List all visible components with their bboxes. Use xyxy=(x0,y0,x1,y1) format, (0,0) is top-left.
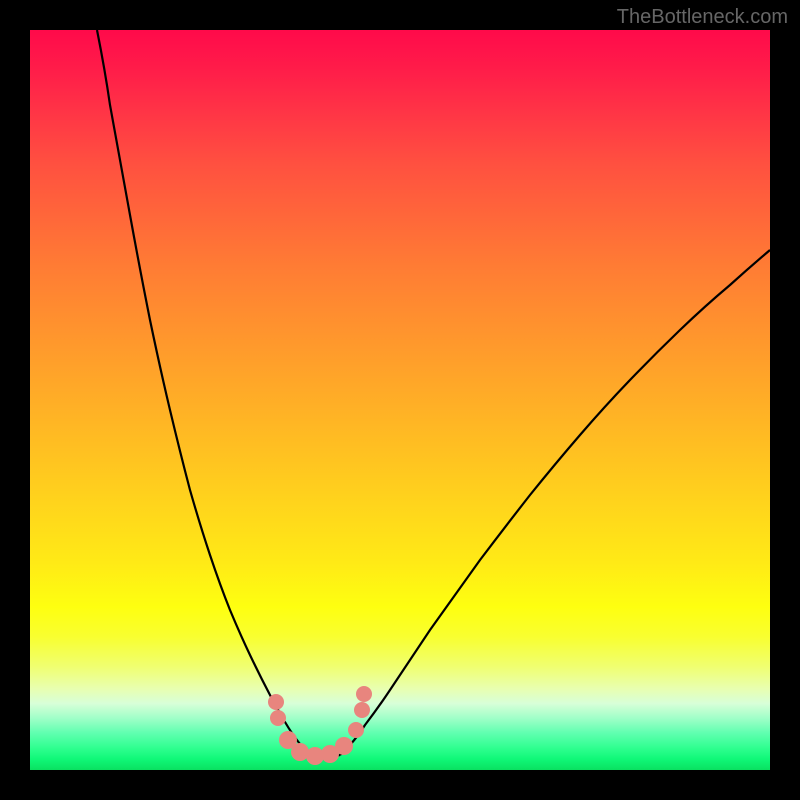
marker-dot xyxy=(335,737,353,755)
marker-dot xyxy=(354,702,370,718)
marker-dot xyxy=(348,722,364,738)
marker-dot xyxy=(356,686,372,702)
watermark-text: TheBottleneck.com xyxy=(617,6,788,29)
marker-dot xyxy=(270,710,286,726)
marker-dot xyxy=(268,694,284,710)
marker-group xyxy=(268,686,372,765)
chart-plot-area xyxy=(30,30,770,770)
curve-svg xyxy=(30,30,770,770)
right-curve-path xyxy=(340,250,770,755)
left-curve-path xyxy=(97,30,310,755)
